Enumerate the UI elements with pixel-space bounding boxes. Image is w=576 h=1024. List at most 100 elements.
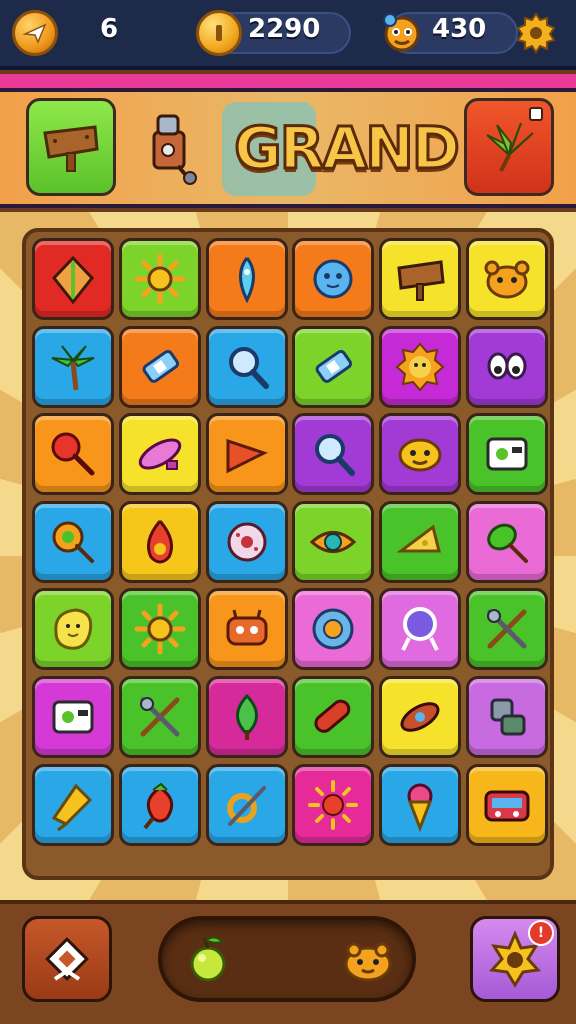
red-berry-icon — [143, 782, 173, 829]
diamond-flag-icon — [45, 937, 89, 981]
item-tray — [158, 916, 416, 1002]
blob-face-icon — [398, 438, 442, 472]
sun-orb-icon — [308, 779, 359, 830]
red-shard-icon — [226, 439, 268, 474]
tile-bear-face[interactable] — [466, 238, 548, 320]
red-rattle-icon — [51, 432, 95, 476]
green-fruit-icon[interactable] — [182, 930, 238, 990]
tile-battery[interactable] — [292, 325, 375, 408]
tile-magnifier[interactable] — [292, 413, 375, 496]
tile-yellow-blob[interactable] — [32, 588, 114, 671]
bear-face-icon — [484, 260, 530, 299]
yellow-blob-icon — [54, 608, 93, 651]
tile-camera-box[interactable] — [466, 413, 548, 496]
tile-crossed-tools[interactable] — [118, 676, 201, 758]
banner-right-tile[interactable] — [464, 98, 554, 196]
coins-count: 2290 — [248, 14, 321, 44]
battery-icon — [316, 349, 353, 383]
tile-sun[interactable] — [118, 238, 201, 320]
crossed-tools-icon — [487, 609, 527, 649]
tile-red-shard[interactable] — [205, 413, 288, 496]
score-count: 430 — [432, 14, 487, 44]
tile-red-berry[interactable] — [118, 763, 201, 846]
tile-eyes[interactable] — [466, 325, 548, 408]
drop-cone-icon — [238, 257, 255, 304]
blue-ring-icon — [312, 608, 354, 650]
tile-battery[interactable] — [118, 325, 201, 408]
wrench-ring-icon — [226, 785, 266, 826]
tile-lion-face[interactable] — [379, 325, 462, 408]
tile-green-leaf[interactable] — [205, 676, 288, 758]
palm-leaf-icon — [486, 122, 534, 172]
palm-tree-icon — [51, 344, 95, 390]
teal-eye-icon — [310, 530, 357, 553]
tile-blob-face[interactable] — [379, 413, 462, 496]
tile-wrench-ring[interactable] — [205, 763, 288, 846]
tile-green-pop[interactable] — [466, 500, 548, 583]
tile-cheese-wedge[interactable] — [379, 500, 462, 583]
green-leaf-icon — [235, 693, 258, 740]
battery-icon — [142, 349, 179, 383]
top-hud: 6 2290 430 — [0, 0, 576, 70]
tile-blue-ring[interactable] — [292, 588, 375, 671]
eyes-icon — [487, 352, 527, 380]
leaf-kite-icon — [52, 255, 94, 305]
tile-drop-cone[interactable] — [205, 238, 288, 320]
sun-icon — [134, 603, 186, 655]
tile-crossed-tools[interactable] — [466, 588, 548, 671]
radio-icon — [484, 790, 530, 822]
surfboard-icon — [138, 438, 181, 471]
tile-red-capsule[interactable] — [292, 676, 375, 758]
lollipop-icon — [52, 521, 94, 563]
magnifier-icon — [315, 434, 356, 477]
tile-mirror[interactable] — [379, 588, 462, 671]
blue-orb-icon — [313, 259, 353, 299]
camera-box-icon — [52, 700, 94, 734]
tile-sun[interactable] — [118, 588, 201, 671]
camera-box-icon — [486, 437, 528, 471]
tile-leaf-kite[interactable] — [32, 238, 114, 320]
rocket-roll-icon — [400, 702, 440, 732]
plane-badge-icon[interactable] — [12, 10, 58, 56]
notification-icon: ! — [528, 920, 554, 946]
sun-icon — [134, 253, 186, 305]
ice-cream-icon — [407, 783, 433, 832]
donut-icon — [227, 522, 267, 562]
magnifier-icon — [228, 346, 269, 389]
corner-tag-icon — [529, 107, 543, 121]
coin-icon — [196, 10, 242, 56]
tile-magnifier[interactable] — [205, 325, 288, 408]
tile-wood-sign[interactable] — [379, 238, 462, 320]
tile-red-rattle[interactable] — [32, 413, 114, 496]
tile-robot-parts[interactable] — [466, 676, 548, 758]
tile-rocket-roll[interactable] — [379, 676, 462, 758]
tile-flame-drop[interactable] — [118, 500, 201, 583]
green-pop-icon — [487, 523, 528, 563]
lives-count: 6 — [100, 14, 119, 44]
tile-surfboard[interactable] — [118, 413, 201, 496]
crab-bot-icon — [226, 610, 268, 646]
tile-donut[interactable] — [205, 500, 288, 583]
lion-face-icon — [395, 342, 445, 392]
banner-left-tile[interactable] — [26, 98, 116, 196]
crossed-tools-icon — [139, 697, 180, 737]
tile-sun-orb[interactable] — [292, 763, 375, 846]
tile-lollipop[interactable] — [32, 500, 114, 583]
tile-palm-tree[interactable] — [32, 325, 114, 408]
flame-drop-icon — [146, 519, 173, 564]
gold-star-ship-icon — [51, 783, 93, 831]
gear-icon[interactable] — [514, 10, 558, 54]
tile-ice-cream[interactable] — [379, 763, 462, 846]
banner-title: GRAND — [233, 113, 462, 184]
orange-critter-icon[interactable] — [338, 932, 398, 988]
tile-blue-orb[interactable] — [292, 238, 375, 320]
tile-radio[interactable] — [466, 763, 548, 846]
cheese-wedge-icon — [396, 524, 442, 553]
tile-camera-box[interactable] — [32, 676, 114, 758]
robot-parts-icon — [490, 698, 526, 736]
wooden-sign-icon — [43, 125, 99, 172]
tile-crab-bot[interactable] — [205, 588, 288, 671]
tile-gold-star-ship[interactable] — [32, 763, 114, 846]
tile-teal-eye[interactable] — [292, 500, 375, 583]
diamond-flag-button[interactable] — [22, 916, 112, 1002]
